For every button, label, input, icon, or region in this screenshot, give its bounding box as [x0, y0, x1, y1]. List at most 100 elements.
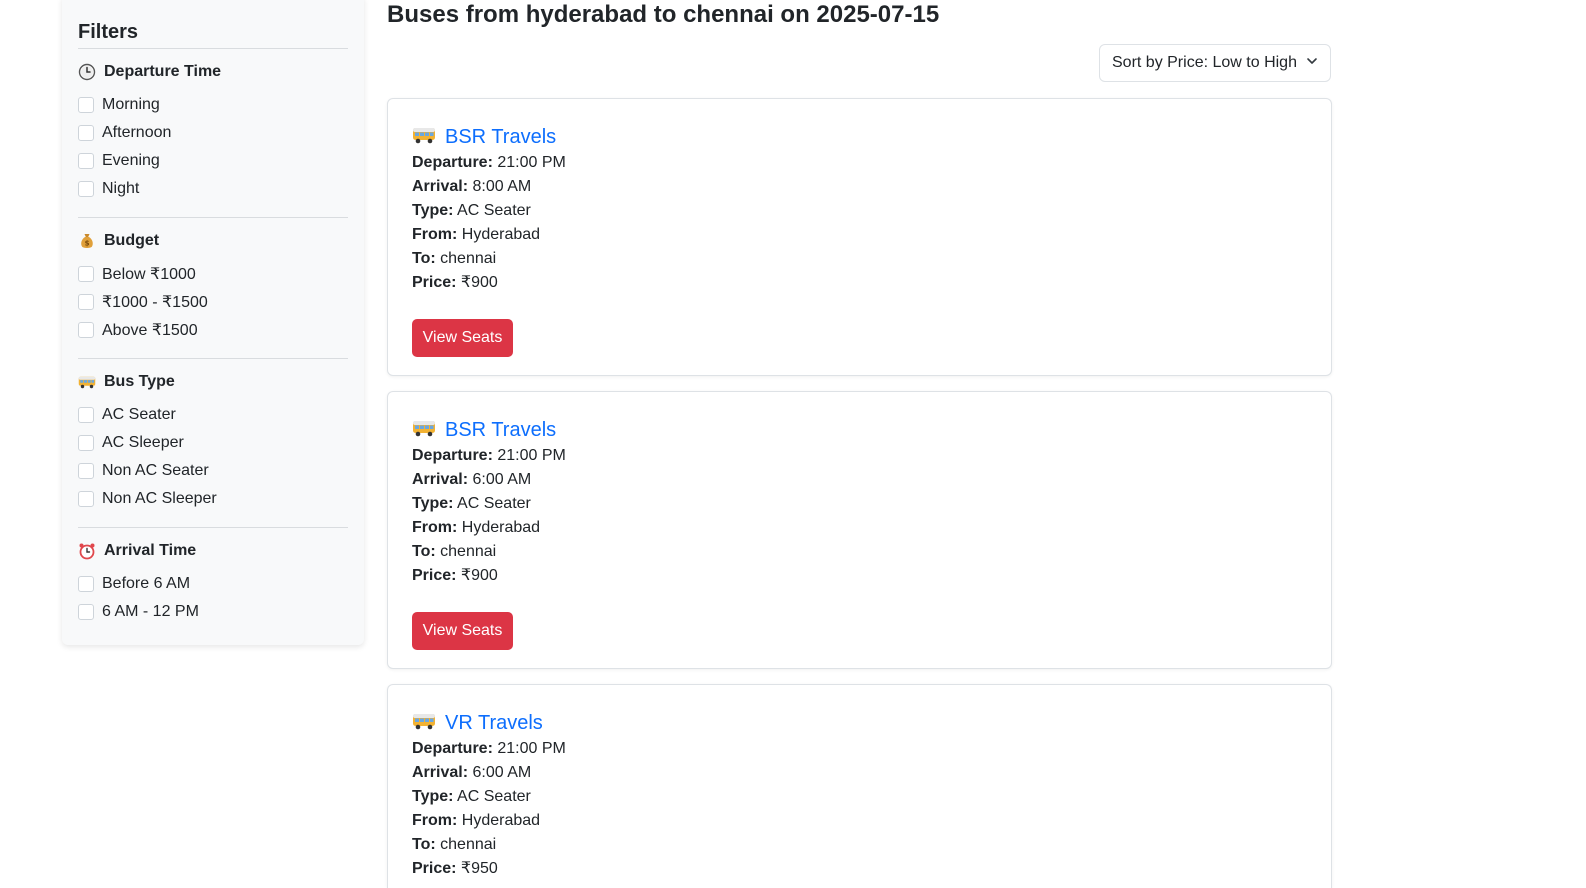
arrival-row: Arrival: 6:00 AM — [412, 761, 1331, 785]
section-title: Arrival Time — [104, 542, 197, 559]
bus-operator-name[interactable]: BSR Travels — [445, 126, 556, 149]
filter-section-departure-time: Departure Time Morning Afternoon Evening… — [78, 49, 348, 217]
departure-label: Departure: — [412, 154, 493, 171]
view-seats-button[interactable]: View Seats — [412, 612, 513, 650]
clock-icon — [78, 63, 96, 81]
to-row: To: chennai — [412, 247, 1331, 271]
checkbox[interactable] — [78, 407, 94, 423]
option-label: Above ₹1500 — [102, 322, 198, 339]
option-label: AC Seater — [102, 406, 176, 423]
bus-card: VR Travels Departure: 21:00 PM Arrival: … — [387, 684, 1332, 888]
sort-dropdown[interactable]: Sort by Price: Low to High — [1099, 44, 1331, 82]
option-label: Evening — [102, 152, 160, 169]
departure-value: 21:00 PM — [497, 740, 566, 757]
filter-option-6am-12pm[interactable]: 6 AM - 12 PM — [78, 598, 348, 626]
filter-section-budget: $ Budget Below ₹1000 ₹1000 - ₹1500 Above… — [78, 218, 348, 358]
price-value: ₹950 — [460, 860, 498, 877]
from-row: From: Hyderabad — [412, 516, 1331, 540]
bus-icon — [78, 373, 96, 391]
option-label: 6 AM - 12 PM — [102, 603, 199, 620]
type-row: Type: AC Seater — [412, 199, 1331, 223]
checkbox[interactable] — [78, 576, 94, 592]
checkbox[interactable] — [78, 604, 94, 620]
bus-operator-name[interactable]: BSR Travels — [445, 419, 556, 442]
checkbox[interactable] — [78, 97, 94, 113]
filter-section-arrival-time: Arrival Time Before 6 AM 6 AM - 12 PM — [78, 528, 348, 640]
to-value: chennai — [440, 250, 497, 267]
arrival-value: 8:00 AM — [472, 178, 532, 195]
filter-option-night[interactable]: Night — [78, 175, 348, 203]
bus-card: BSR Travels Departure: 21:00 PM Arrival:… — [387, 391, 1332, 669]
checkbox[interactable] — [78, 322, 94, 338]
checkbox[interactable] — [78, 463, 94, 479]
bus-card-header: BSR Travels — [412, 416, 1331, 444]
arrival-row: Arrival: 6:00 AM — [412, 468, 1331, 492]
departure-row: Departure: 21:00 PM — [412, 737, 1331, 761]
from-row: From: Hyderabad — [412, 809, 1331, 833]
to-value: chennai — [440, 836, 497, 853]
filter-option-below-1000[interactable]: Below ₹1000 — [78, 260, 348, 288]
price-value: ₹900 — [460, 274, 498, 291]
chevron-down-icon — [1306, 54, 1318, 72]
sort-selected-value: Sort by Price: Low to High — [1112, 54, 1297, 71]
option-label: Non AC Sleeper — [102, 490, 217, 507]
filter-option-ac-seater[interactable]: AC Seater — [78, 401, 348, 429]
section-header: Arrival Time — [78, 540, 348, 562]
type-value: AC Seater — [457, 788, 531, 805]
from-value: Hyderabad — [461, 812, 541, 829]
filter-option-non-ac-seater[interactable]: Non AC Seater — [78, 457, 348, 485]
departure-label: Departure: — [412, 740, 493, 757]
view-seats-button[interactable]: View Seats — [412, 319, 513, 357]
checkbox[interactable] — [78, 153, 94, 169]
from-label: From: — [412, 812, 458, 829]
to-label: To: — [412, 250, 436, 267]
arrival-value: 6:00 AM — [472, 764, 532, 781]
to-label: To: — [412, 543, 436, 560]
filter-option-non-ac-sleeper[interactable]: Non AC Sleeper — [78, 485, 348, 513]
option-label: ₹1000 - ₹1500 — [102, 294, 208, 311]
from-value: Hyderabad — [461, 519, 541, 536]
departure-row: Departure: 21:00 PM — [412, 151, 1331, 175]
price-row: Price: ₹900 — [412, 564, 1331, 588]
bus-card-header: BSR Travels — [412, 123, 1331, 151]
arrival-value: 6:00 AM — [472, 471, 532, 488]
option-label: AC Sleeper — [102, 434, 184, 451]
price-label: Price: — [412, 860, 457, 877]
type-value: AC Seater — [457, 495, 531, 512]
checkbox[interactable] — [78, 294, 94, 310]
option-label: Night — [102, 180, 140, 197]
bus-card-header: VR Travels — [412, 709, 1331, 737]
option-label: Afternoon — [102, 124, 172, 141]
filter-option-ac-sleeper[interactable]: AC Sleeper — [78, 429, 348, 457]
bus-icon — [412, 125, 445, 150]
option-label: Non AC Seater — [102, 462, 209, 479]
section-header: $ Budget — [78, 230, 348, 252]
checkbox[interactable] — [78, 266, 94, 282]
page-title: Buses from hyderabad to chennai on 2025-… — [387, 1, 940, 28]
filter-option-before-6am[interactable]: Before 6 AM — [78, 570, 348, 598]
departure-value: 21:00 PM — [497, 154, 566, 171]
checkbox[interactable] — [78, 181, 94, 197]
to-row: To: chennai — [412, 540, 1331, 564]
checkbox[interactable] — [78, 125, 94, 141]
filter-option-morning[interactable]: Morning — [78, 91, 348, 119]
section-header: Bus Type — [78, 371, 348, 393]
arrival-label: Arrival: — [412, 764, 469, 781]
arrival-label: Arrival: — [412, 178, 469, 195]
svg-text:$: $ — [85, 239, 90, 247]
to-row: To: chennai — [412, 833, 1331, 857]
filter-option-afternoon[interactable]: Afternoon — [78, 119, 348, 147]
bus-operator-name[interactable]: VR Travels — [445, 712, 543, 735]
filter-option-above-1500[interactable]: Above ₹1500 — [78, 316, 348, 344]
departure-value: 21:00 PM — [497, 447, 566, 464]
from-label: From: — [412, 519, 458, 536]
filter-option-1000-1500[interactable]: ₹1000 - ₹1500 — [78, 288, 348, 316]
type-value: AC Seater — [457, 202, 531, 219]
checkbox[interactable] — [78, 491, 94, 507]
option-label: Below ₹1000 — [102, 266, 196, 283]
filter-option-evening[interactable]: Evening — [78, 147, 348, 175]
section-title: Departure Time — [104, 63, 222, 80]
from-row: From: Hyderabad — [412, 223, 1331, 247]
from-value: Hyderabad — [461, 226, 541, 243]
checkbox[interactable] — [78, 435, 94, 451]
